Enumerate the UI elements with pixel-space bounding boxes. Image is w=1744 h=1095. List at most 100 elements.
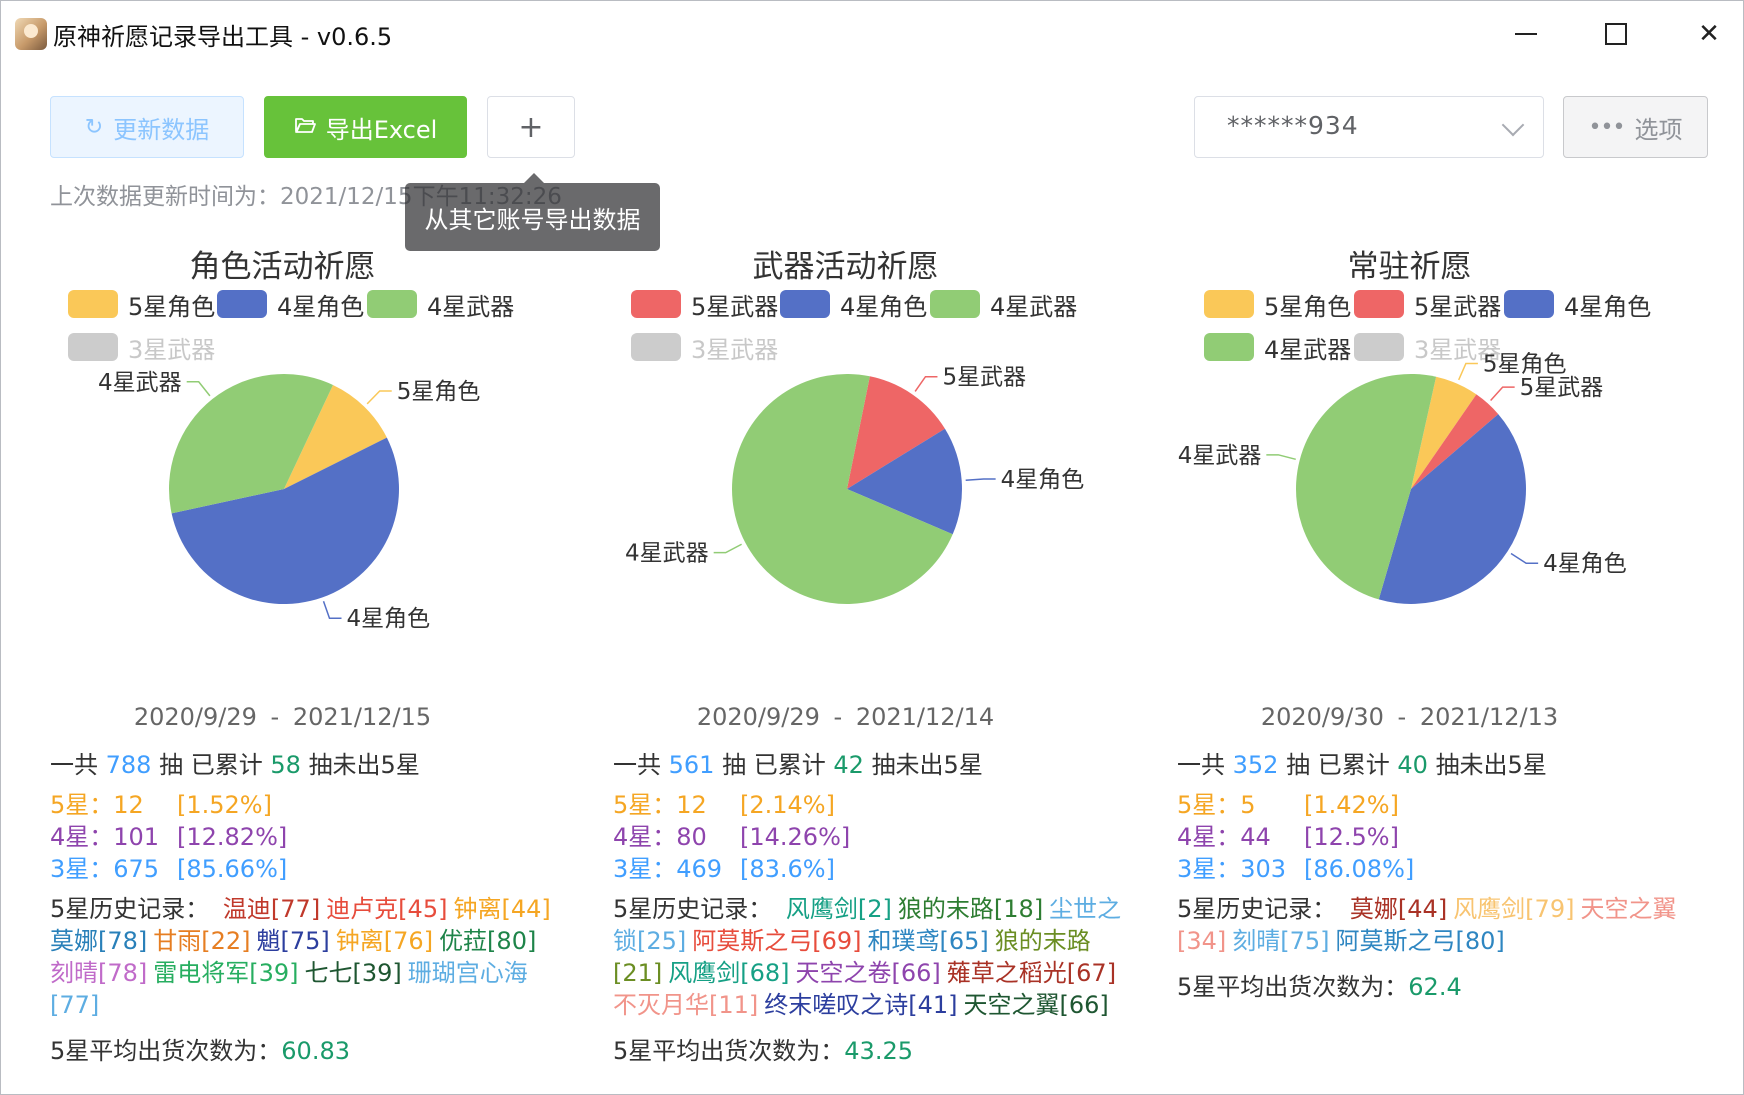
- add-account-button[interactable]: +: [487, 96, 575, 158]
- three-star-pct: [86.08%]: [1304, 855, 1415, 883]
- maximize-icon: [1605, 23, 1627, 45]
- five-star-history: 5星历史记录： 莫娜[44] 风鹰剑[79] 天空之翼[34] 刻晴[75] 阿莫斯之弓…: [1177, 893, 1687, 957]
- label-leader-line: [366, 390, 392, 405]
- five-star-history: 5星历史记录： 风鹰剑[2] 狼的末路[18] 尘世之锁[25] 阿莫斯之弓[69] 和…: [613, 893, 1123, 1021]
- history-entry: 甘雨[22]: [153, 927, 251, 955]
- summary-mid: 抽 已累计: [159, 751, 263, 779]
- slice-label: 5星武器: [942, 365, 1026, 391]
- date-separator: -: [833, 703, 843, 731]
- four-star-count: 4星：80: [613, 823, 707, 851]
- pity-count: 58: [270, 751, 301, 779]
- history-entry: 天空之翼[66]: [963, 991, 1109, 1019]
- summary-prefix: 一共: [50, 751, 98, 779]
- maximize-button[interactable]: [1591, 15, 1641, 53]
- label-leader-line: [1266, 454, 1296, 461]
- minimize-button[interactable]: [1501, 15, 1551, 53]
- history-entry: 不灭月华[11]: [613, 991, 759, 1019]
- pity-count: 42: [833, 751, 864, 779]
- folder-open-icon: [294, 115, 316, 140]
- history-entry: 狼的末路[18]: [897, 895, 1044, 923]
- date-start: 2020/9/30: [1260, 703, 1384, 731]
- pity-count: 40: [1397, 751, 1428, 779]
- account-select[interactable]: ******934: [1194, 96, 1544, 158]
- summary-line: 一共 561 抽 已累计 42 抽未出5星: [613, 749, 983, 781]
- average-label: 5星平均出货次数为：: [50, 1037, 282, 1065]
- minimize-icon: [1515, 33, 1537, 35]
- slice-label: 4星武器: [1178, 443, 1262, 469]
- refresh-data-button[interactable]: ↻ 更新数据: [50, 96, 244, 158]
- five-star-pct: [2.14%]: [740, 791, 835, 819]
- five-star-count: 5星：12: [50, 791, 144, 819]
- average-pulls: 5星平均出货次数为：62.4: [1177, 967, 1462, 1002]
- pie-chart: 5星武器 4星角色 4星武器: [625, 365, 1085, 604]
- summary-line: 一共 788 抽 已累计 58 抽未出5星: [50, 749, 420, 781]
- date-separator: -: [270, 703, 280, 731]
- label-leader-line: [713, 543, 742, 554]
- five-star-rate: 5星：12 [1.52%]: [50, 789, 550, 821]
- summary-prefix: 一共: [1177, 751, 1225, 779]
- five-star-history: 5星历史记录： 温迪[77] 迪卢克[45] 钟离[44] 莫娜[78] 甘雨[22] 魈…: [50, 893, 560, 1021]
- slice-label: 5星武器: [1520, 375, 1604, 401]
- four-star-pct: [12.82%]: [177, 823, 288, 851]
- options-label: 选项: [1634, 115, 1683, 144]
- title-bar: 原神祈愿记录导出工具 - v0.6.5 ✕: [1, 1, 1743, 67]
- four-star-count: 4星：101: [50, 823, 160, 851]
- four-star-rate: 4星：44 [12.5%]: [1177, 821, 1677, 853]
- export-excel-button[interactable]: 导出Excel: [264, 96, 467, 158]
- slice-label: 4星武器: [98, 370, 182, 396]
- history-entry: 天空之卷[66]: [795, 959, 941, 987]
- options-button[interactable]: ••• 选项: [1563, 96, 1708, 158]
- date-start: 2020/9/29: [133, 703, 257, 731]
- total-pulls: 788: [105, 751, 152, 779]
- history-label: 5星历史记录：: [50, 895, 210, 923]
- five-star-rate: 5星：12 [2.14%]: [613, 789, 1113, 821]
- slice-label: 4星角色: [1001, 467, 1085, 493]
- three-star-count: 3星：469: [613, 855, 723, 883]
- history-entry: 风鹰剑[79]: [1453, 895, 1575, 923]
- history-entry: 迪卢克[45]: [326, 895, 448, 923]
- history-entry: 优菈[80]: [439, 927, 537, 955]
- summary-suffix: 抽未出5星: [1435, 751, 1547, 779]
- plus-icon: +: [518, 109, 544, 145]
- panel-weapon-event: 武器活动祈愿 5星武器 4星角色 4星武器 3星武器 5星武器 4星角色 4星武器 202…: [564, 231, 1127, 1071]
- three-star-pct: [85.66%]: [177, 855, 288, 883]
- total-pulls: 561: [668, 751, 715, 779]
- history-label: 5星历史记录：: [613, 895, 773, 923]
- label-leader-line: [322, 601, 342, 619]
- summary-suffix: 抽未出5星: [871, 751, 983, 779]
- date-end: 2021/12/13: [1419, 703, 1559, 731]
- four-star-rate: 4星：101 [12.82%]: [50, 821, 550, 853]
- app-window: 原神祈愿记录导出工具 - v0.6.5 ✕ ↻ 更新数据 导出Excel + *…: [0, 0, 1744, 1095]
- slice-label: 4星角色: [346, 606, 430, 632]
- export-excel-label: 导出Excel: [325, 115, 438, 144]
- history-entry: 刻晴[78]: [50, 959, 148, 987]
- slice-label: 5星角色: [397, 379, 481, 405]
- app-icon: [15, 18, 47, 50]
- three-star-count: 3星：303: [1177, 855, 1287, 883]
- history-entry: 风鹰剑[68]: [668, 959, 790, 987]
- pie-chart: 5星角色5星武器 4星角色 4星武器: [1178, 351, 1627, 604]
- summary-line: 一共 352 抽 已累计 40 抽未出5星: [1177, 749, 1547, 781]
- history-entry: 刻晴[75]: [1232, 927, 1330, 955]
- four-star-pct: [12.5%]: [1304, 823, 1399, 851]
- close-button[interactable]: ✕: [1684, 15, 1734, 53]
- more-dots-icon: •••: [1588, 114, 1626, 140]
- history-entry: 终末嗟叹之诗[41]: [764, 991, 958, 1019]
- date-range: 2020/9/29 - 2021/12/15: [1, 703, 564, 731]
- history-label: 5星历史记录：: [1177, 895, 1337, 923]
- slice-label: 4星角色: [1543, 551, 1627, 577]
- four-star-count: 4星：44: [1177, 823, 1271, 851]
- five-star-count: 5星：12: [613, 791, 707, 819]
- history-entry: 阿莫斯之弓[80]: [1335, 927, 1505, 955]
- three-star-pct: [83.6%]: [740, 855, 835, 883]
- average-value: 43.25: [844, 1037, 913, 1065]
- five-star-pct: [1.42%]: [1304, 791, 1399, 819]
- history-entry: 风鹰剑[2]: [785, 895, 892, 923]
- history-entry: 薙草之稻光[67]: [946, 959, 1117, 987]
- three-star-count: 3星：675: [50, 855, 160, 883]
- date-end: 2021/12/14: [855, 703, 995, 731]
- label-leader-line: [914, 375, 938, 392]
- date-end: 2021/12/15: [292, 703, 432, 731]
- summary-prefix: 一共: [613, 751, 661, 779]
- label-leader-line: [186, 381, 211, 397]
